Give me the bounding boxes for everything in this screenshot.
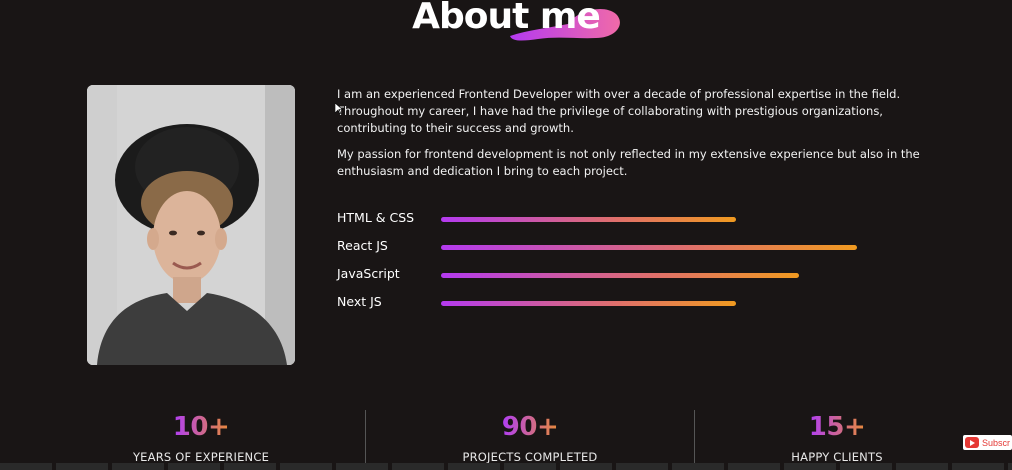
stats-row: 10+ YEARS OF EXPERIENCE 90+ PROJECTS COM… [0,408,1012,470]
skill-progress-bar [441,245,857,250]
bio-paragraph-2: My passion for frontend development is n… [337,147,920,178]
stat-clients: 15+ HAPPY CLIENTS [672,408,1002,464]
skill-track [441,273,857,278]
skill-track [441,245,857,250]
skill-row: React JS [337,238,897,266]
skill-track [441,301,857,306]
section-header: About me [0,0,1012,50]
stat-projects: 90+ PROJECTS COMPLETED [365,408,695,464]
stat-label: YEARS OF EXPERIENCE [132,450,270,464]
page-title: About me [412,0,601,37]
stat-value: 15+ [808,412,866,442]
stat-label: PROJECTS COMPLETED [462,450,598,464]
skill-progress-bar [441,217,737,222]
stat-value: 10+ [172,412,230,442]
skill-row: Next JS [337,294,897,322]
mouse-cursor-icon [335,103,343,115]
skill-label: HTML & CSS [337,210,415,225]
skill-label: Next JS [337,294,382,309]
bio-text: I am an experienced Frontend Developer w… [337,86,937,180]
portrait-illustration [87,85,295,365]
stat-label: HAPPY CLIENTS [791,450,883,464]
skills-list: HTML & CSS React JS JavaScript Next JS [337,210,897,322]
skill-row: HTML & CSS [337,210,897,238]
bio-paragraph-1: I am an experienced Frontend Developer w… [337,87,901,135]
skill-row: JavaScript [337,266,897,294]
skill-progress-bar [441,301,737,306]
video-progress-strip[interactable] [0,463,1012,470]
stat-years: 10+ YEARS OF EXPERIENCE [36,408,366,464]
skill-progress-bar [441,273,799,278]
profile-photo [87,85,295,365]
youtube-icon [965,437,979,448]
stat-value: 90+ [501,412,559,442]
skill-label: React JS [337,238,388,253]
skill-label: JavaScript [337,266,400,281]
subscribe-button[interactable]: Subscr [963,435,1012,450]
skill-track [441,217,857,222]
subscribe-label: Subscr [982,437,1011,448]
